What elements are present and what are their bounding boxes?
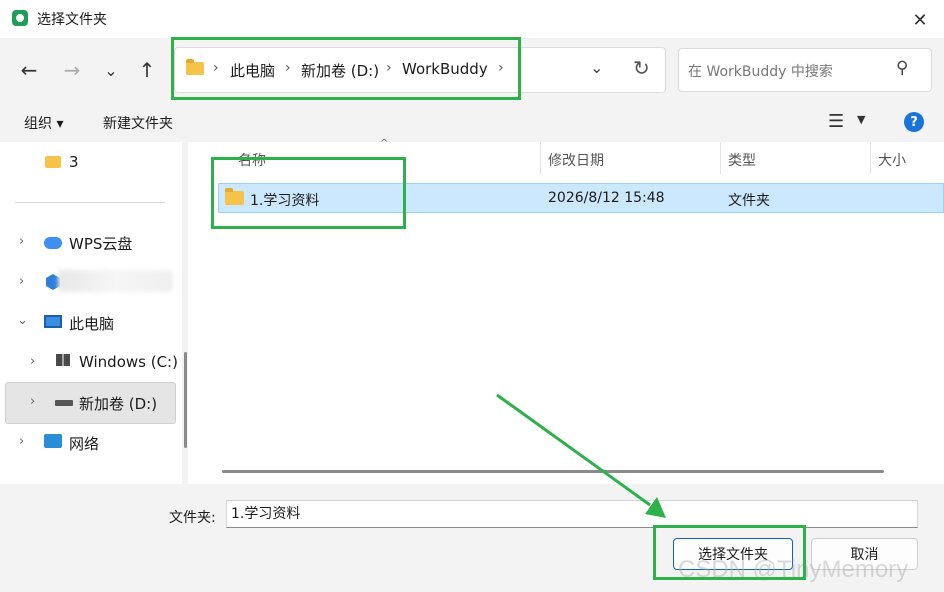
- annotation-arrow-head: [645, 497, 666, 518]
- annotation-arrow-line: [496, 393, 651, 507]
- annotation-arrow: [496, 393, 666, 518]
